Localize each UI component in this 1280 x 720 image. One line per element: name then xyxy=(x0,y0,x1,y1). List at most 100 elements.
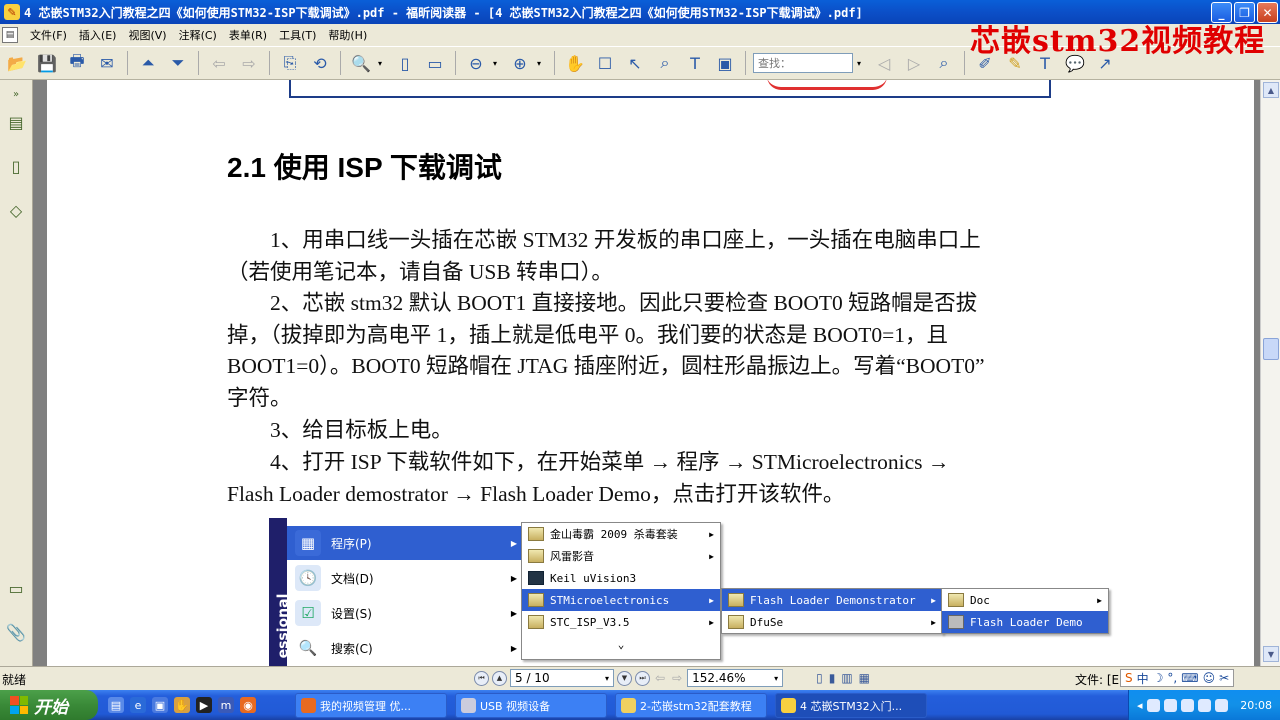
page-number-field[interactable]: 5 / 10 ▾ xyxy=(510,669,614,687)
page-down-icon[interactable]: ⏷ xyxy=(165,50,191,76)
firefox-icon[interactable]: ◉ xyxy=(240,697,256,713)
zoom-out-icon[interactable]: ⊖ xyxy=(463,50,489,76)
hand-tool-icon[interactable]: ✋ xyxy=(562,50,588,76)
ql-icon[interactable]: m xyxy=(218,697,234,713)
stmicro-submenu: Flash Loader Demonstrator ▶ DfuSe ▶ xyxy=(721,588,943,634)
next-page-button[interactable]: ▼ xyxy=(617,670,632,686)
find-prev-icon[interactable]: ◁ xyxy=(871,50,897,76)
menu-help[interactable]: 帮助(H) xyxy=(322,27,373,43)
tray-icon[interactable] xyxy=(1163,698,1177,712)
ql-icon[interactable]: ✋ xyxy=(174,697,190,713)
task-button[interactable]: 2-芯嵌stm32配套教程 xyxy=(615,693,767,718)
pages-icon[interactable]: ▯ xyxy=(6,154,26,178)
submenu-item: 风雷影音 ▶ xyxy=(522,545,720,567)
submenu-expand: ⌄ xyxy=(617,637,625,651)
scroll-up-button[interactable]: ▲ xyxy=(1263,82,1279,98)
submenu-item-doc: Doc ▶ xyxy=(942,589,1108,611)
fit-page-icon[interactable]: ▯ xyxy=(392,50,418,76)
binoculars-icon[interactable]: ⌕ xyxy=(652,50,678,76)
print-icon[interactable]: 🖶 xyxy=(64,50,90,76)
bookmarks-icon[interactable]: ▤ xyxy=(6,110,26,134)
paragraph-line: 掉，（拔掉即为高电平 1，插上就是低电平 0。我们要的状态是 BOOT0=1，且 xyxy=(227,323,949,347)
scroll-down-button[interactable]: ▼ xyxy=(1263,646,1279,662)
windows-flag-icon xyxy=(10,696,28,714)
fit-width-icon[interactable]: ▭ xyxy=(422,50,448,76)
attachments-icon[interactable]: 📎 xyxy=(6,620,26,644)
start-button[interactable]: 开始 xyxy=(0,690,98,720)
find-icon[interactable]: ⌕ xyxy=(931,50,957,76)
start-menu-documents: 🕓 文档(D) ▶ xyxy=(287,561,523,595)
paragraph-line: Flash Loader demostrator → Flash Loader … xyxy=(227,482,845,506)
page-up-icon[interactable]: ⏶ xyxy=(135,50,161,76)
menu-tools[interactable]: 工具(T) xyxy=(273,27,322,43)
zoom-field[interactable]: 152.46% ▾ xyxy=(687,669,784,687)
submenu-item: STC_ISP_V3.5 ▶ xyxy=(522,611,720,633)
file-label: 文件: [E xyxy=(1075,673,1120,687)
open-icon[interactable]: 📂 xyxy=(4,50,30,76)
search-input[interactable] xyxy=(753,53,853,73)
forward-icon[interactable]: ⇨ xyxy=(236,50,262,76)
task-button[interactable]: 我的视频管理 优... xyxy=(295,693,447,718)
zoom-icon[interactable]: 🔍 xyxy=(348,50,374,76)
text-select-icon[interactable]: T xyxy=(682,50,708,76)
paragraph-line: 3、给目标板上电。 xyxy=(227,418,453,442)
left-panel: » ▤ ▯ ◇ ▭ 📎 xyxy=(0,80,33,666)
zoom-in-icon[interactable]: ⊕ xyxy=(507,50,533,76)
snapshot-icon[interactable]: ☐ xyxy=(592,50,618,76)
copy-icon[interactable]: ⎘ xyxy=(277,50,303,76)
paragraph-line: 2、芯嵌 stm32 默认 BOOT1 直接接地。因此只要检查 BOOT0 短路… xyxy=(227,291,978,315)
vertical-scrollbar[interactable]: ▲ ▼ xyxy=(1260,80,1280,666)
quick-launch: ▤ e ▣ ✋ ▶ m ◉ xyxy=(108,697,256,713)
rotate-icon[interactable]: ⟲ xyxy=(307,50,333,76)
taskbar: 开始 ▤ e ▣ ✋ ▶ m ◉ 我的视频管理 优... USB 视频设备 2-… xyxy=(0,690,1280,720)
start-menu-screenshot: essional ▦ 程序(P) ▶ 🕓 文档(D) ▶ ☑ 设置(S) ▶ 🔍 搜索… xyxy=(269,518,1119,666)
paragraph-line: 字符。 xyxy=(227,386,292,410)
submenu-item-flash-loader-demo: Flash Loader Demo xyxy=(942,611,1108,633)
history-back-icon[interactable]: ⇦ xyxy=(655,671,665,685)
save-icon[interactable]: 💾 xyxy=(34,50,60,76)
red-annotation xyxy=(767,80,887,90)
paragraph-line: （若使用笔记本，请自备 USB 转串口）。 xyxy=(227,260,613,284)
document-viewport[interactable]: 2.1 使用 ISP 下载调试 1、用串口线一头插在芯嵌 STM32 开发板的串… xyxy=(33,80,1260,666)
submenu-item-flash-loader: Flash Loader Demonstrator ▶ xyxy=(722,589,942,611)
email-icon[interactable]: ✉ xyxy=(94,50,120,76)
task-button-active[interactable]: 4 芯嵌STM32入门... xyxy=(775,693,927,718)
menu-file[interactable]: 文件(F) xyxy=(24,27,73,43)
menu-view[interactable]: 视图(V) xyxy=(122,27,172,43)
tray-icon[interactable] xyxy=(1214,698,1228,712)
image-select-icon[interactable]: ▣ xyxy=(712,50,738,76)
prev-page-button[interactable]: ▲ xyxy=(492,670,507,686)
submenu-item: Keil uVision3 xyxy=(522,567,720,589)
submenu-item-stmicro: STMicroelectronics ▶ xyxy=(522,589,720,611)
comments-icon[interactable]: ▭ xyxy=(6,576,26,600)
tray-icon[interactable] xyxy=(1146,698,1160,712)
expand-panel-icon[interactable]: » xyxy=(6,82,26,106)
scroll-thumb[interactable] xyxy=(1263,338,1279,360)
settings-icon: ☑ xyxy=(295,600,321,626)
tray-expand-icon[interactable]: ◂ xyxy=(1137,699,1143,712)
paragraph-line: 4、打开 ISP 下载软件如下，在开始菜单 → 程序 → STMicroelec… xyxy=(227,450,950,474)
page-layout-icons[interactable]: ▯▮▥▦ xyxy=(816,671,876,685)
documents-icon: 🕓 xyxy=(295,565,321,591)
ql-icon[interactable]: ▤ xyxy=(108,697,124,713)
tray-icon[interactable] xyxy=(1197,698,1211,712)
find-next-icon[interactable]: ▷ xyxy=(901,50,927,76)
menu-annotate[interactable]: 注释(C) xyxy=(173,27,223,43)
layers-icon[interactable]: ◇ xyxy=(6,198,26,222)
back-icon[interactable]: ⇦ xyxy=(206,50,232,76)
ql-icon[interactable]: ▶ xyxy=(196,697,212,713)
first-page-button[interactable]: ⏮ xyxy=(474,670,489,686)
history-forward-icon[interactable]: ⇨ xyxy=(672,671,682,685)
task-button[interactable]: USB 视频设备 xyxy=(455,693,607,718)
ql-icon[interactable]: e xyxy=(130,697,146,713)
ql-icon[interactable]: ▣ xyxy=(152,697,168,713)
start-menu-side-strip: essional xyxy=(269,518,291,666)
start-menu-main: ▦ 程序(P) ▶ 🕓 文档(D) ▶ ☑ 设置(S) ▶ 🔍 搜索(C) ▶ xyxy=(287,518,523,666)
menu-form[interactable]: 表单(R) xyxy=(223,27,273,43)
select-icon[interactable]: ↖ xyxy=(622,50,648,76)
ime-toolbar[interactable]: S 中 ☽ °, ⌨ ☺ ✂ xyxy=(1120,669,1235,687)
clock: 20:08 xyxy=(1240,698,1272,712)
last-page-button[interactable]: ⏭ xyxy=(635,670,650,686)
menu-insert[interactable]: 插入(E) xyxy=(73,27,123,43)
tray-icon[interactable] xyxy=(1180,698,1194,712)
